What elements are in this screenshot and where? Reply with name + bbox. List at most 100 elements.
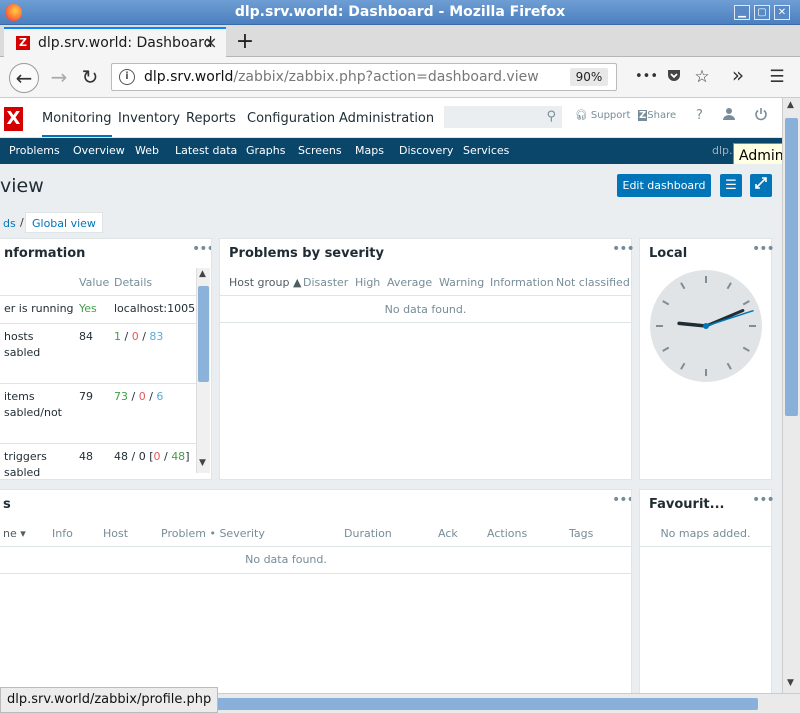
bookmark-star-icon[interactable]: ☆ (691, 67, 713, 87)
widget-title: s (3, 497, 11, 512)
reload-button[interactable]: ↻ (75, 63, 105, 93)
zoom-level[interactable]: 90% (570, 68, 608, 86)
dashboard-list-icon[interactable]: ☰ (720, 174, 742, 197)
edit-dashboard-button[interactable]: Edit dashboard (617, 174, 711, 197)
breadcrumb-dashboards[interactable]: ds (3, 217, 16, 230)
no-data-message: No data found. (245, 553, 327, 566)
param-cell: triggers sabled (4, 450, 47, 479)
forward-button[interactable]: → (44, 63, 74, 93)
value-cell: 79 (79, 390, 93, 403)
overflow-menu-icon[interactable]: » (727, 63, 749, 87)
submenu-discovery[interactable]: Discovery (399, 144, 453, 157)
column-header: Duration (344, 527, 392, 540)
widget-menu-icon[interactable]: ••• (752, 241, 775, 257)
support-link[interactable]: 🎧︎ Support (575, 110, 630, 121)
column-header: Value (79, 276, 110, 289)
column-header: Problem • Severity (161, 527, 265, 540)
scrollbar-thumb[interactable] (785, 118, 798, 416)
widget-menu-icon[interactable]: ••• (612, 492, 631, 508)
page-vertical-scrollbar[interactable]: ▲ ▼ (782, 98, 800, 693)
site-info-icon[interactable]: i (119, 69, 135, 85)
column-header: Not classified (556, 276, 630, 289)
scroll-up-icon[interactable]: ▲ (787, 100, 794, 110)
problems-by-severity-widget: Problems by severity ••• Host group ▲ Di… (219, 238, 635, 480)
widget-menu-icon[interactable]: ••• (192, 241, 211, 257)
column-header: Actions (487, 527, 528, 540)
window-title-bar: dlp.srv.world: Dashboard - Mozilla Firef… (0, 0, 800, 25)
hamburger-menu-icon[interactable]: ☰ (766, 67, 788, 87)
status-bar-url: dlp.srv.world/zabbix/profile.php (0, 687, 219, 713)
minimize-button[interactable]: ▁ (734, 5, 750, 20)
back-button[interactable]: ← (9, 63, 39, 93)
zabbix-logo[interactable]: X (4, 107, 23, 131)
widget-title: Favourit... (649, 497, 725, 512)
submenu-screens[interactable]: Screens (298, 144, 342, 157)
scroll-up-icon[interactable]: ▲ (199, 269, 206, 279)
widget-title: nformation (4, 246, 86, 261)
share-link[interactable]: ZShare (638, 110, 676, 121)
value-cell: 84 (79, 330, 93, 343)
menu-inventory[interactable]: Inventory (118, 111, 180, 126)
fullscreen-icon[interactable] (750, 174, 772, 197)
url-bar[interactable]: i dlp.srv.world/zabbix/zabbix.php?action… (111, 63, 617, 91)
url-text[interactable]: dlp.srv.world/zabbix/zabbix.php?action=d… (144, 69, 539, 85)
user-profile-icon[interactable] (722, 107, 736, 124)
details-cell: 1 / 0 / 83 (114, 330, 164, 343)
widget-scrollbar[interactable]: ▲ ▼ (196, 268, 210, 473)
close-window-button[interactable]: ✕ (774, 5, 790, 20)
breadcrumb-separator: / (20, 216, 24, 229)
zabbix-favicon: Z (16, 36, 30, 50)
sign-out-icon[interactable] (754, 107, 768, 124)
no-maps-message: No maps added. (660, 527, 751, 540)
breadcrumb-global-view[interactable]: Global view (25, 212, 103, 233)
widget-menu-icon[interactable]: ••• (752, 492, 775, 508)
widget-menu-icon[interactable]: ••• (612, 241, 635, 257)
column-header: Information (490, 276, 554, 289)
menu-configuration[interactable]: Configuration (247, 111, 335, 126)
sub-navigation: Problems Overview Web Latest data Graphs… (0, 138, 782, 164)
submenu-latest-data[interactable]: Latest data (175, 144, 237, 157)
page-actions-icon[interactable]: ••• (635, 69, 658, 84)
system-info-widget: nformation ••• Value Details er is runni… (0, 238, 212, 480)
favourite-maps-widget: Favourit... ••• No maps added. (639, 489, 775, 699)
column-header-host-group[interactable]: Host group ▲ (229, 276, 301, 289)
menu-monitoring[interactable]: Monitoring (42, 111, 112, 137)
column-header: Warning (439, 276, 485, 289)
value-cell: 48 (79, 450, 93, 463)
window-title: dlp.srv.world: Dashboard - Mozilla Firef… (234, 4, 566, 20)
column-header: Info (52, 527, 73, 540)
submenu-web[interactable]: Web (135, 144, 159, 157)
scroll-down-icon[interactable]: ▼ (787, 678, 794, 688)
widget-title: Problems by severity (229, 246, 384, 261)
help-link[interactable]: ? (696, 108, 703, 123)
column-header: Average (387, 276, 433, 289)
submenu-graphs[interactable]: Graphs (246, 144, 285, 157)
column-header: Ack (438, 527, 458, 540)
param-cell: items sabled/not (4, 390, 62, 419)
zabbix-header: X Monitoring Inventory Reports Configura… (0, 98, 782, 138)
scroll-down-icon[interactable]: ▼ (199, 458, 206, 468)
search-icon[interactable]: ⚲ (546, 109, 556, 124)
submenu-problems[interactable]: Problems (9, 144, 60, 157)
new-tab-button[interactable]: + (234, 29, 256, 54)
search-input[interactable]: ⚲ (444, 106, 562, 128)
menu-reports[interactable]: Reports (186, 111, 236, 126)
maximize-button[interactable]: ▢ (754, 5, 770, 20)
param-cell: hosts sabled (4, 330, 41, 359)
menu-administration[interactable]: Administration (339, 111, 434, 126)
browser-tab[interactable]: Z dlp.srv.world: Dashboard × (4, 27, 226, 57)
submenu-services[interactable]: Services (463, 144, 509, 157)
column-header-time[interactable]: ne ▾ (3, 527, 26, 540)
value-cell: Yes (79, 302, 97, 315)
clock-widget: Local ••• (639, 238, 775, 480)
share-z-icon: Z (638, 110, 648, 121)
param-cell: er is running (4, 302, 74, 315)
column-header: Disaster (303, 276, 349, 289)
submenu-overview[interactable]: Overview (73, 144, 125, 157)
pocket-icon[interactable] (663, 67, 685, 88)
submenu-maps[interactable]: Maps (355, 144, 384, 157)
column-header: Tags (569, 527, 594, 540)
tab-close-icon[interactable]: × (204, 33, 217, 52)
headset-icon: 🎧︎ (575, 110, 588, 121)
scrollbar-thumb[interactable] (198, 286, 209, 382)
